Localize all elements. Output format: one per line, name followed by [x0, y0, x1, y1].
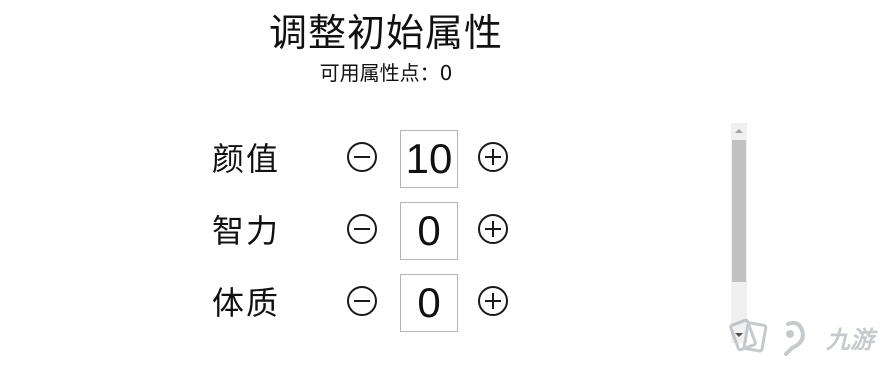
increase-constitution-button[interactable] — [478, 286, 508, 316]
intelligence-value-field[interactable]: 0 — [400, 202, 458, 260]
available-points: 可用属性点：0 — [0, 60, 772, 86]
decrease-appearance-button[interactable] — [347, 142, 377, 172]
attribute-adjust-panel: 调整初始属性 可用属性点：0 颜值 10 智力 0 体质 0 九游 — [0, 0, 883, 368]
scrollbar-thumb[interactable] — [732, 140, 746, 282]
attribute-row-appearance: 颜值 10 — [212, 130, 532, 188]
scroll-up-button[interactable] — [731, 123, 747, 139]
appearance-value-field[interactable]: 10 — [400, 130, 458, 188]
triangle-up-icon — [735, 129, 743, 133]
increase-intelligence-button[interactable] — [478, 214, 508, 244]
attribute-label: 体质 — [212, 284, 281, 322]
page-title: 调整初始属性 — [268, 11, 503, 55]
constitution-value-field[interactable]: 0 — [400, 274, 458, 332]
vertical-scrollbar[interactable] — [731, 123, 747, 343]
minus-circle-icon — [354, 156, 370, 158]
decrease-constitution-button[interactable] — [347, 286, 377, 316]
attribute-row-constitution: 体质 0 — [212, 274, 532, 332]
minus-circle-icon — [354, 300, 370, 302]
watermark-text: 九游 — [826, 326, 874, 354]
increase-appearance-button[interactable] — [478, 142, 508, 172]
watermark-cards-icon — [729, 318, 805, 356]
attribute-row-intelligence: 智力 0 — [212, 202, 532, 260]
available-points-label: 可用属性点： — [319, 61, 440, 85]
available-points-value: 0 — [439, 61, 453, 85]
minus-circle-icon — [354, 228, 370, 230]
decrease-intelligence-button[interactable] — [347, 214, 377, 244]
attribute-label: 智力 — [212, 212, 281, 250]
attribute-label: 颜值 — [212, 140, 281, 178]
watermark-logo: 九游 — [726, 312, 876, 362]
